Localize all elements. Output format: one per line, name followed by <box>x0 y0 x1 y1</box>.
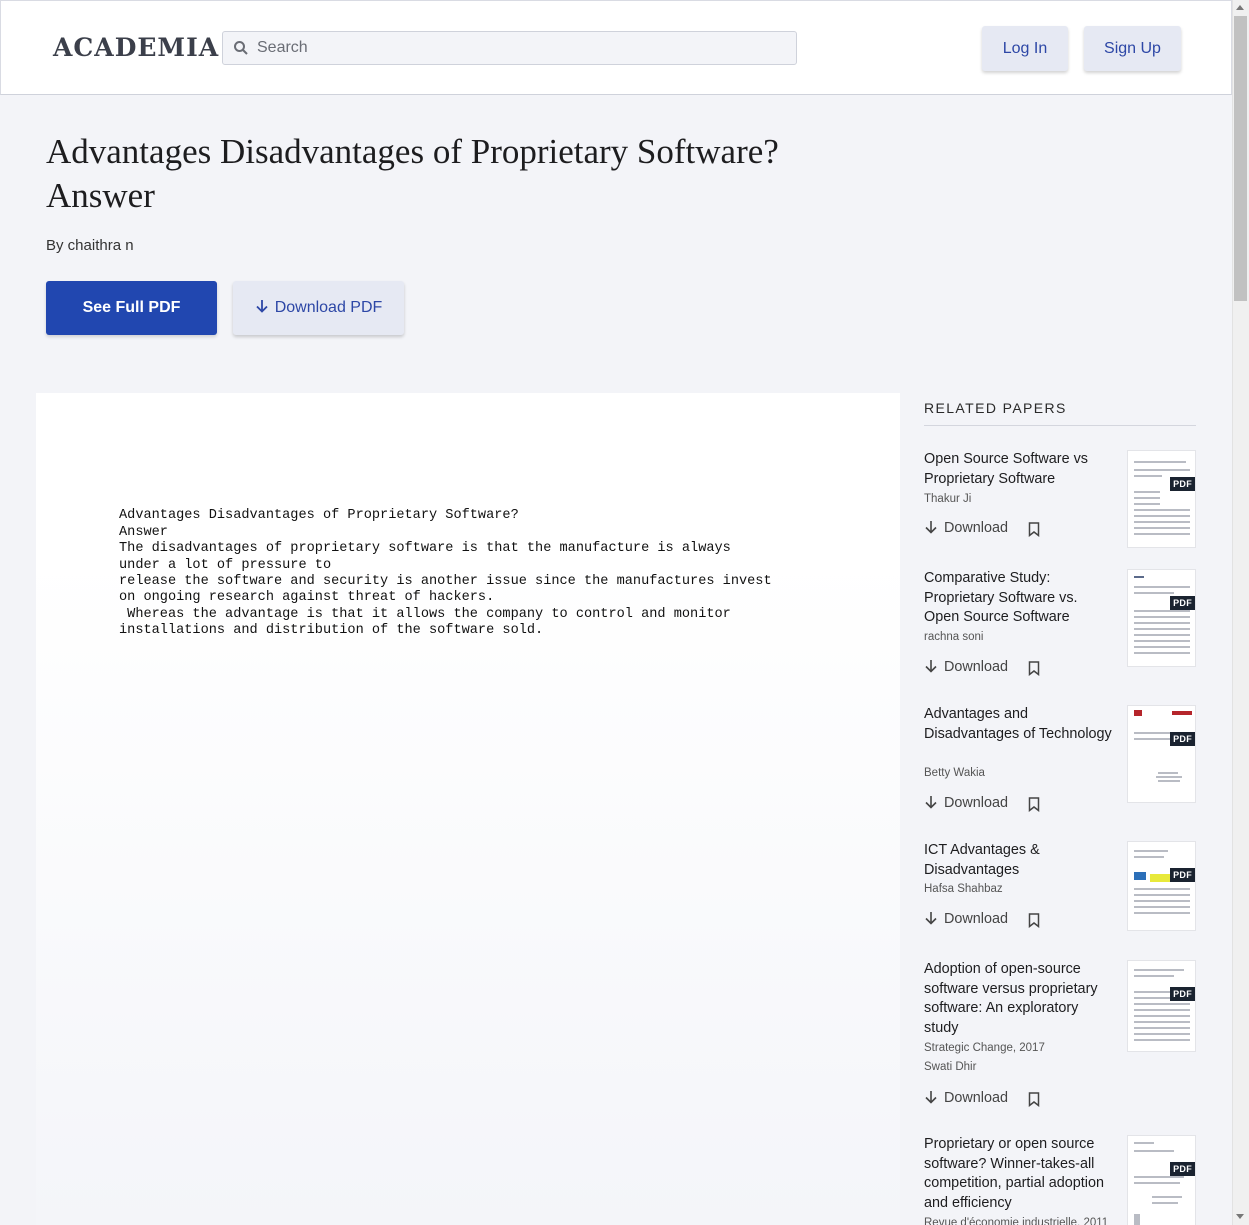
download-arrow-icon <box>925 659 937 673</box>
download-arrow-icon <box>256 300 268 314</box>
academia-logo[interactable]: ACADEMIA <box>53 33 219 62</box>
pdf-badge: PDF <box>1170 1162 1195 1176</box>
card-actions: Download <box>924 520 1124 540</box>
related-paper-card: Proprietary or open source software? Win… <box>924 1135 1196 1225</box>
document-text: Advantages Disadvantages of Proprietary … <box>119 492 772 672</box>
card-actions: Download <box>924 795 1124 815</box>
download-link[interactable]: Download <box>924 911 1008 927</box>
download-link[interactable]: Download <box>924 795 1008 811</box>
doc-line: Answer <box>119 524 168 540</box>
doc-line: under a lot of pressure to <box>119 557 332 573</box>
download-arrow-icon <box>925 911 937 925</box>
related-paper-author[interactable]: Swati Dhir <box>924 1061 976 1073</box>
author-line[interactable]: By chaithra n <box>46 237 134 254</box>
paper-thumbnail[interactable]: PDF <box>1127 1135 1196 1225</box>
pdf-badge: PDF <box>1170 732 1195 746</box>
related-paper-author[interactable]: Betty Wakia <box>924 767 985 779</box>
doc-line: release the software and security is ano… <box>119 574 772 590</box>
download-label: Download <box>944 520 1008 536</box>
pdf-badge: PDF <box>1170 987 1195 1001</box>
download-pdf-label: Download PDF <box>274 299 383 316</box>
card-actions: Download <box>924 1090 1124 1110</box>
related-paper-title[interactable]: Proprietary or open source software? Win… <box>924 1135 1114 1213</box>
scroll-down-arrow-icon[interactable] <box>1236 1214 1244 1219</box>
download-link[interactable]: Download <box>924 520 1008 536</box>
bookmark-icon[interactable] <box>1028 522 1040 537</box>
signup-button[interactable]: Sign Up <box>1084 26 1181 71</box>
search-box[interactable] <box>222 31 797 65</box>
related-paper-journal: Revue d'économie industrielle, 2011 <box>924 1217 1109 1225</box>
bookmark-icon[interactable] <box>1028 913 1040 928</box>
related-paper-card: Advantages and Disadvantages of Technolo… <box>924 705 1196 825</box>
pdf-badge: PDF <box>1170 477 1195 491</box>
doc-line: Whereas the advantage is that it allows … <box>119 606 731 622</box>
related-paper-title[interactable]: Adoption of open-source software versus … <box>924 960 1114 1038</box>
bookmark-icon[interactable] <box>1028 797 1040 812</box>
scroll-up-arrow-icon[interactable] <box>1236 5 1244 10</box>
related-paper-card: Open Source Software vs Proprietary Soft… <box>924 450 1196 550</box>
download-arrow-icon <box>925 1090 937 1104</box>
related-paper-title[interactable]: Advantages and Disadvantages of Technolo… <box>924 705 1114 744</box>
download-link[interactable]: Download <box>924 1090 1008 1106</box>
search-icon <box>234 41 248 55</box>
login-button[interactable]: Log In <box>982 26 1068 71</box>
divider <box>924 425 1196 426</box>
doc-line: Advantages Disadvantages of Proprietary … <box>119 508 519 524</box>
related-paper-author[interactable]: Hafsa Shahbaz <box>924 883 1003 895</box>
paper-thumbnail[interactable]: PDF <box>1127 960 1196 1052</box>
card-actions: Download <box>924 911 1124 931</box>
card-actions: Download <box>924 659 1124 679</box>
related-paper-title[interactable]: Open Source Software vs Proprietary Soft… <box>924 450 1114 489</box>
page-title: Advantages Disadvantages of Proprietary … <box>46 132 779 215</box>
search-input[interactable] <box>257 32 787 64</box>
related-paper-card: Adoption of open-source software versus … <box>924 960 1196 1120</box>
doc-line: on ongoing research against threat of ha… <box>119 590 495 606</box>
download-arrow-icon <box>925 795 937 809</box>
see-full-pdf-button[interactable]: See Full PDF <box>46 281 217 335</box>
related-paper-title[interactable]: Comparative Study: Proprietary Software … <box>924 569 1114 628</box>
related-paper-card: Comparative Study: Proprietary Software … <box>924 569 1196 689</box>
paper-thumbnail[interactable]: PDF <box>1127 705 1196 803</box>
download-arrow-icon <box>925 520 937 534</box>
doc-line: installations and distribution of the so… <box>119 623 544 639</box>
download-label: Download <box>944 659 1008 675</box>
pdf-badge: PDF <box>1170 596 1195 610</box>
download-label: Download <box>944 795 1008 811</box>
doc-line: The disadvantages of proprietary softwar… <box>119 541 731 557</box>
related-paper-author[interactable]: rachna soni <box>924 631 983 643</box>
related-paper-journal: Strategic Change, 2017 <box>924 1042 1045 1054</box>
bookmark-icon[interactable] <box>1028 661 1040 676</box>
download-link[interactable]: Download <box>924 659 1008 675</box>
bookmark-icon[interactable] <box>1028 1092 1040 1107</box>
related-paper-card: ICT Advantages & Disadvantages Hafsa Sha… <box>924 841 1196 941</box>
top-navigation-bar: ACADEMIA Log In Sign Up <box>0 0 1232 95</box>
paper-thumbnail[interactable]: PDF <box>1127 450 1196 548</box>
download-label: Download <box>944 911 1008 927</box>
paper-thumbnail[interactable]: PDF <box>1127 841 1196 931</box>
paper-thumbnail[interactable]: PDF <box>1127 569 1196 667</box>
download-label: Download <box>944 1090 1008 1106</box>
scrollbar-thumb[interactable] <box>1234 16 1247 301</box>
download-pdf-button[interactable]: Download PDF <box>233 281 404 335</box>
related-paper-title[interactable]: ICT Advantages & Disadvantages <box>924 841 1114 880</box>
related-paper-author[interactable]: Thakur Ji <box>924 493 971 505</box>
pdf-badge: PDF <box>1170 868 1195 882</box>
document-preview: Advantages Disadvantages of Proprietary … <box>36 393 900 1225</box>
related-papers-heading: RELATED PAPERS <box>924 400 1067 416</box>
